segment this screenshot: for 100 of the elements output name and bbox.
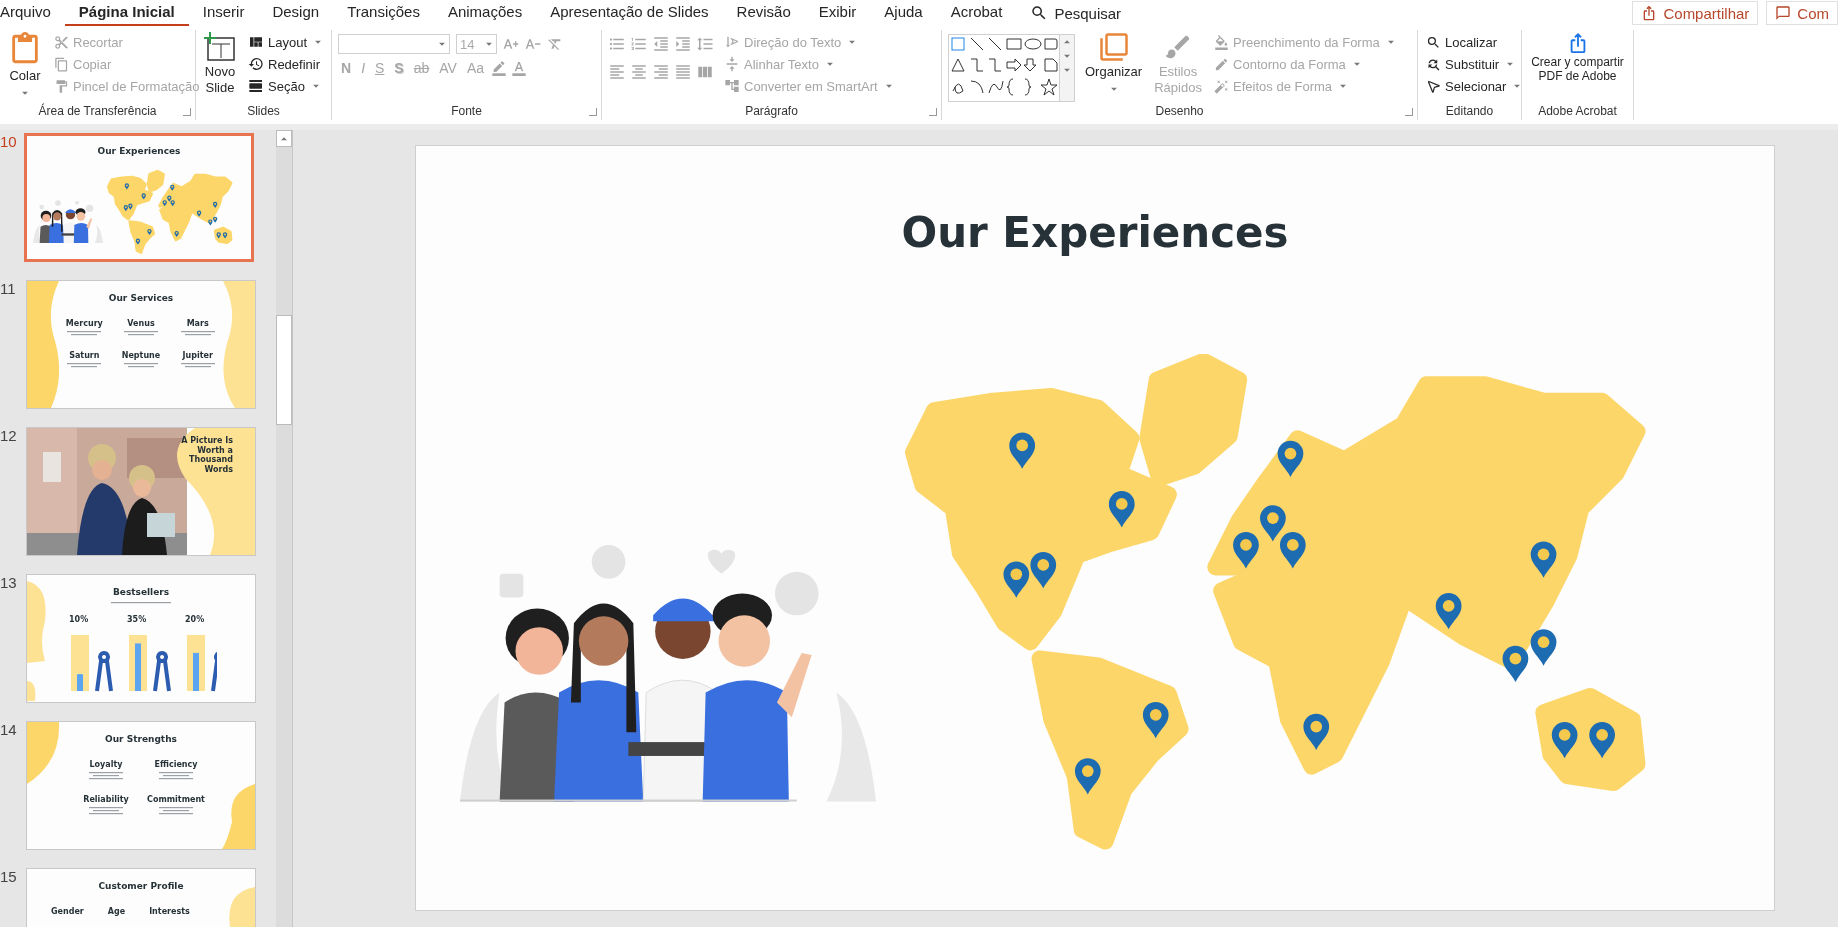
section-button[interactable]: Seção: [246, 76, 328, 96]
thumbnail-heading: Neptune: [121, 351, 161, 360]
thumbnail-heading: Jupiter: [182, 351, 213, 360]
slide-thumbnail[interactable]: Our Strengths Loyalty Efficiency Reliability Commitment: [26, 721, 256, 850]
placeholder-text-lines: [124, 331, 158, 337]
font-name-field[interactable]: [338, 34, 450, 54]
slide-thumbnail[interactable]: Bestsellers 10% 35% 20%: [26, 574, 256, 703]
menu-tab[interactable]: Exibir: [804, 0, 871, 27]
menu-tab[interactable]: Animações: [433, 0, 537, 27]
placeholder-text-lines: [67, 363, 102, 369]
indent-increase-icon[interactable]: [674, 35, 692, 53]
people-illustration-drawing: [33, 200, 103, 244]
scroll-up-button[interactable]: [276, 130, 292, 147]
bar-value-label: 20%: [185, 615, 206, 624]
comments-button[interactable]: Com: [1766, 1, 1838, 25]
select-button[interactable]: Selecionar: [1424, 76, 1527, 96]
create-pdf-button[interactable]: Crear y compartir PDF de Adobe: [1528, 30, 1627, 104]
group-label: Parágrafo: [745, 104, 798, 120]
thumbnail-heading: Commitment: [147, 795, 205, 804]
pointer-icon: [1426, 78, 1441, 94]
placeholder-text-lines: [180, 331, 215, 337]
slide-thumbnail[interactable]: A Picture Is Worth a Thousand Words: [26, 427, 256, 556]
placeholder-text-lines: [111, 602, 171, 605]
magic-wand-icon: [1214, 78, 1230, 94]
font-color-icon[interactable]: [511, 60, 528, 76]
arrange-button[interactable]: Organizar: [1083, 30, 1145, 104]
group-label: Slides: [247, 104, 280, 120]
paste-button[interactable]: Colar: [6, 30, 44, 104]
placeholder-text-lines: [180, 363, 215, 369]
slide-number: 15: [0, 868, 18, 887]
reset-button[interactable]: Redefinir: [246, 54, 328, 74]
new-slide-button[interactable]: Novo Slide: [202, 30, 238, 104]
reset-icon: [248, 56, 264, 72]
share-button[interactable]: Compartilhar: [1632, 1, 1759, 25]
thumbnail-heading: Loyalty: [89, 760, 123, 769]
slide-thumbnail[interactable]: Customer Profile Gender Age Interests: [26, 868, 256, 927]
section-icon: [248, 78, 264, 94]
dialog-launcher-icon[interactable]: [589, 108, 597, 116]
grow-font-icon[interactable]: [503, 36, 519, 52]
menu-tab[interactable]: Acrobat: [936, 0, 1017, 27]
text-direction-icon: [724, 34, 740, 50]
placeholder-text-lines: [124, 363, 158, 369]
clear-formatting-icon[interactable]: [547, 36, 563, 52]
group-label: Adobe Acrobat: [1538, 104, 1617, 120]
slide-canvas[interactable]: Our Experiences: [415, 145, 1775, 911]
menu-tab[interactable]: Ajuda: [870, 0, 937, 27]
thumbnail-heading: Mars: [186, 319, 209, 328]
thumbnail-title: Our Experiences: [96, 146, 182, 156]
align-right-icon[interactable]: [652, 63, 670, 81]
line-spacing-icon[interactable]: [696, 35, 714, 53]
indent-decrease-icon[interactable]: [652, 35, 670, 53]
dialog-launcher-icon[interactable]: [1405, 108, 1413, 116]
layout-icon: [248, 34, 264, 50]
thumbnail-title: Our Services: [107, 293, 175, 303]
scrollbar-thumb[interactable]: [276, 315, 292, 425]
align-left-icon[interactable]: [608, 63, 626, 81]
thumbnail-heading: Efficiency: [154, 760, 198, 769]
menu-tab[interactable]: Arquivo: [0, 0, 65, 27]
bar-value-label: 35%: [127, 615, 148, 624]
placeholder-text-lines: [159, 807, 193, 816]
menu-tab[interactable]: Apresentação de Slides: [536, 0, 723, 27]
slide-number: 14: [0, 721, 18, 740]
overlapping-squares-icon: [1098, 32, 1129, 62]
slide-thumbnail[interactable]: Our Experiences: [24, 133, 254, 262]
comment-icon: [1775, 5, 1792, 21]
dialog-launcher-icon[interactable]: [929, 108, 937, 116]
menu-tab[interactable]: Design: [258, 0, 334, 27]
numbering-icon[interactable]: [630, 35, 648, 53]
search-icon: [1426, 34, 1441, 50]
align-center-icon[interactable]: [630, 63, 648, 81]
thumbnail-heading: Saturn: [69, 351, 100, 360]
thumbnail-heading: Venus: [127, 319, 155, 328]
slide-title[interactable]: Our Experiences: [416, 208, 1774, 257]
paintbrush-icon: [54, 78, 69, 94]
replace-button[interactable]: Substituir: [1424, 54, 1527, 74]
placeholder-text-lines: [89, 807, 123, 816]
layout-button[interactable]: Layout: [246, 32, 328, 52]
search-field[interactable]: Pesquisar: [1054, 4, 1122, 22]
thumbnail-title: Customer Profile: [97, 881, 185, 891]
thumbnail-heading: Mercury: [65, 319, 103, 328]
shapes-gallery[interactable]: [949, 35, 1059, 99]
slide-number: 12: [0, 427, 18, 446]
new-slide-icon: [204, 32, 236, 62]
thumbnail-title: A Picture Is Worth a Thousand Words: [180, 436, 233, 475]
menu-tab[interactable]: Inserir: [188, 0, 259, 27]
slide-thumbnail[interactable]: Our Services Mercury Venus Mars Saturn Neptune Jupiter: [26, 280, 256, 409]
placeholder-text-lines: [159, 772, 193, 781]
highlighter-icon[interactable]: [491, 60, 508, 76]
slide-number: 13: [0, 574, 18, 593]
find-button[interactable]: Localizar: [1424, 32, 1527, 52]
slide-number: 11: [0, 280, 17, 299]
shrink-font-icon[interactable]: [525, 36, 541, 52]
thumbnail-heading: Reliability: [83, 795, 129, 804]
justify-icon[interactable]: [674, 63, 692, 81]
group-label: Editando: [1445, 104, 1494, 120]
dialog-launcher-icon[interactable]: [183, 108, 191, 116]
group-label: Área de Transferência: [38, 104, 157, 120]
menu-tab[interactable]: Revisão: [722, 0, 805, 27]
thumbnail-title: Our Strengths: [104, 734, 178, 744]
menu-tab[interactable]: Transições: [333, 0, 434, 27]
